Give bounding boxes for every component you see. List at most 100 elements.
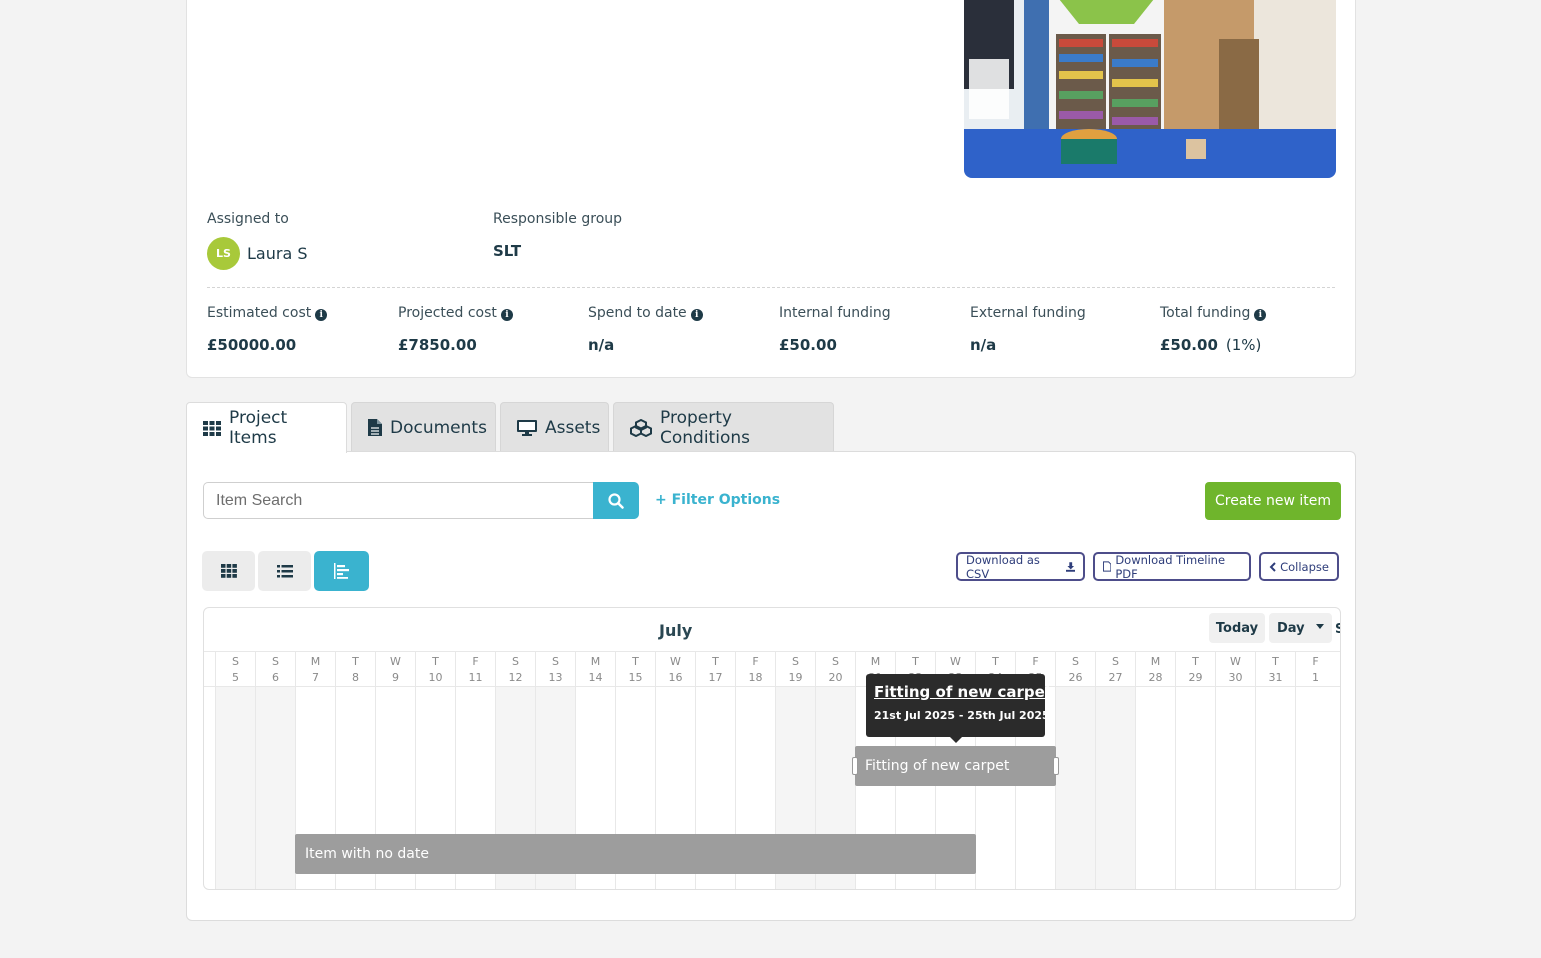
tab-label: Assets (545, 417, 601, 438)
day-header-cell: T 15 (615, 652, 655, 688)
tab-documents[interactable]: Documents (351, 402, 496, 452)
day-header-cell: M7 (295, 652, 335, 688)
create-new-item-button[interactable]: Create new item (1205, 482, 1341, 520)
responsible-group-value: SLT (493, 242, 522, 260)
weekday-letter: F (752, 655, 759, 668)
tab-label: Documents (390, 417, 487, 438)
day-number: 9 (392, 671, 399, 684)
list-view-button[interactable] (258, 551, 311, 591)
day-grid-column (255, 687, 295, 889)
info-icon[interactable]: i (690, 309, 703, 321)
collapse-button[interactable]: Collapse (1259, 552, 1339, 581)
tab-assets[interactable]: Assets (500, 402, 609, 452)
download-icon (1065, 561, 1075, 572)
day-number: 7 (312, 671, 319, 684)
internal-funding-value: £50.00 (779, 336, 837, 354)
day-number: 20 (828, 671, 843, 684)
weekday-letter: T (1192, 655, 1199, 668)
day-number: 30 (1228, 671, 1243, 684)
day-header-cell: F 11 (455, 652, 495, 688)
day-header-cell: S 20 (815, 652, 855, 688)
day-number: 13 (548, 671, 563, 684)
resize-handle-start[interactable] (852, 757, 858, 775)
month-label: July (659, 621, 693, 640)
day-number: 8 (352, 671, 359, 684)
day-header-cell: M 28 (1135, 652, 1175, 688)
day-header-cell: T 31 (1255, 652, 1295, 688)
info-icon[interactable]: i (500, 309, 513, 321)
spend-to-date-value: n/a (588, 336, 615, 354)
projected-cost-value: £7850.00 (398, 336, 477, 354)
day-header-cell: T 29 (1175, 652, 1215, 688)
timeline-item-bar[interactable]: Fitting of new carpet (852, 746, 1059, 786)
day-header-cell: S 19 (775, 652, 815, 688)
plus-icon: + (655, 492, 667, 508)
info-icon[interactable]: i (315, 309, 328, 321)
day-header-cell: W9 (375, 652, 415, 688)
tooltip-title[interactable]: Fitting of new carpet (874, 683, 1052, 701)
search-button[interactable] (593, 482, 639, 519)
tab-label: Project Items (229, 408, 288, 448)
day-number: 15 (628, 671, 643, 684)
cubes-icon (630, 418, 652, 437)
timeline-view-icon (333, 563, 349, 579)
day-header-cell: S 26 (1055, 652, 1095, 688)
search-input[interactable] (203, 482, 594, 519)
tab-project-items[interactable]: Project Items (186, 402, 347, 453)
tab-property-conditions[interactable]: Property Conditions (613, 402, 834, 452)
document-icon (368, 419, 382, 436)
day-number: 18 (748, 671, 763, 684)
library-image (964, 0, 1336, 178)
info-icon[interactable]: i (1254, 309, 1267, 321)
weekday-letter: T (712, 655, 719, 668)
day-header-cell: S5 (215, 652, 255, 688)
day-number: 26 (1068, 671, 1083, 684)
timeline-item-bar[interactable]: Item with no date (295, 834, 976, 874)
day-number: 10 (428, 671, 443, 684)
weekday-letter: T (432, 655, 439, 668)
monitor-icon (517, 419, 537, 436)
project-details-card: Assigned to LS Laura S Responsible group… (186, 0, 1356, 378)
day-number: 1 (1312, 671, 1319, 684)
grid-view-button[interactable] (202, 551, 255, 591)
day-number: 31 (1268, 671, 1283, 684)
weekday-letter: W (950, 655, 961, 668)
list-view-icon (276, 564, 293, 577)
today-button[interactable]: Today (1209, 613, 1265, 643)
resize-handle-end[interactable] (1053, 757, 1059, 775)
day-number: 12 (508, 671, 523, 684)
weekday-letter: F (1312, 655, 1319, 668)
item-label: Fitting of new carpet (865, 758, 1010, 774)
day-grid-column (1175, 687, 1215, 889)
download-csv-button[interactable]: Download as CSV (956, 552, 1085, 581)
filter-options-link[interactable]: + Filter Options (655, 492, 780, 508)
external-funding-value: n/a (970, 336, 997, 354)
timeline-view-button[interactable] (314, 551, 369, 591)
weekday-letter: T (352, 655, 359, 668)
view-mode-next[interactable]: S (1295, 613, 1340, 643)
weekday-letter: S (272, 655, 279, 668)
estimated-cost-label: Estimated cost i (207, 305, 328, 321)
day-number: 17 (708, 671, 723, 684)
day-header-cell: W 30 (1215, 652, 1255, 688)
download-timeline-pdf-button[interactable]: Download Timeline PDF (1093, 552, 1251, 581)
weekday-letter: S (232, 655, 239, 668)
weekday-letter: S (832, 655, 839, 668)
day-header-cell: W 16 (655, 652, 695, 688)
weekday-letter: M (590, 655, 601, 668)
weekday-letter: T (912, 655, 919, 668)
weekday-letter: M (310, 655, 321, 668)
weekday-letter: S (792, 655, 799, 668)
day-number: 27 (1108, 671, 1123, 684)
day-header-cell: S6 (255, 652, 295, 688)
day-header-cell: F 18 (735, 652, 775, 688)
total-funding-label: Total funding i (1160, 305, 1267, 321)
external-funding-label: External funding (970, 305, 1086, 321)
weekday-letter: W (1230, 655, 1241, 668)
weekday-letter: T (1272, 655, 1279, 668)
day-header-cell: T 10 (415, 652, 455, 688)
weekday-letter: S (552, 655, 559, 668)
day-grid-column (1255, 687, 1295, 889)
divider (207, 287, 1335, 288)
grid-view-icon (220, 564, 237, 578)
